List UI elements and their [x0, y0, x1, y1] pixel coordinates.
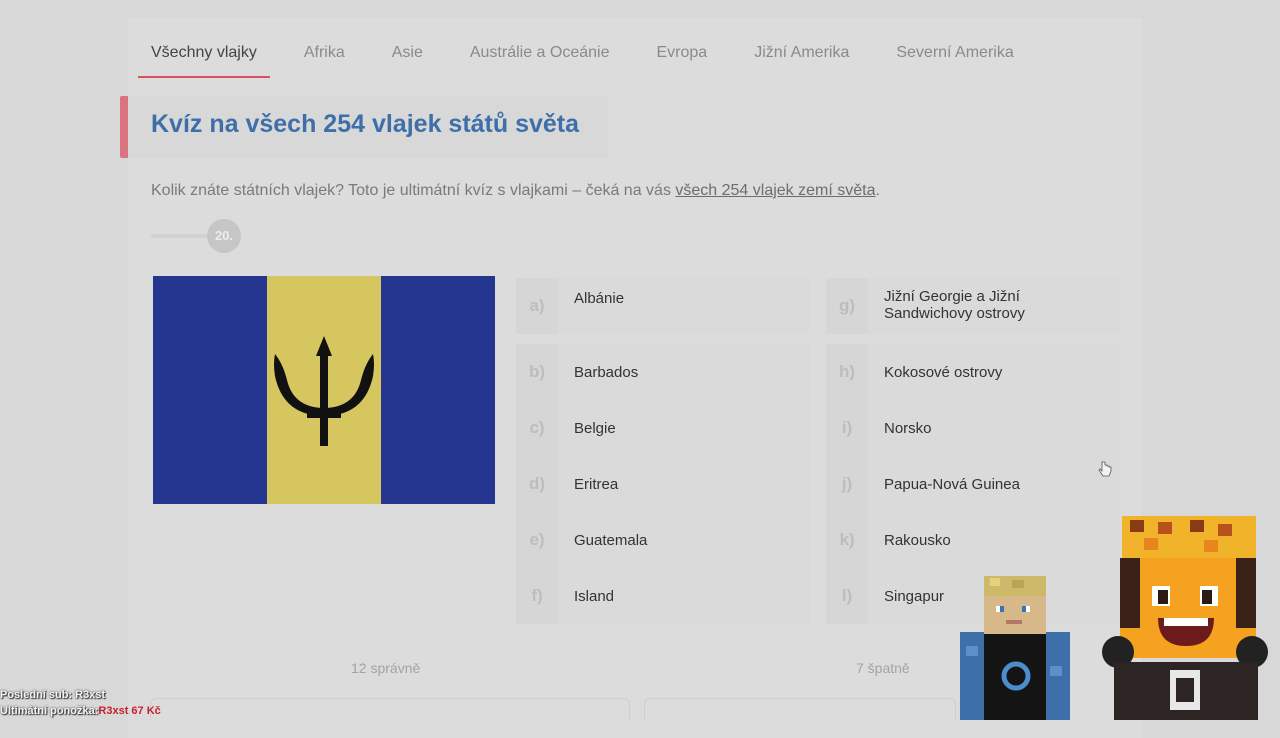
option-label: Eritrea [558, 456, 810, 512]
option-letter: d) [516, 456, 558, 512]
option-letter: i) [826, 400, 868, 456]
all-flags-link[interactable]: všech 254 vlajek zemí světa [675, 182, 875, 199]
barbados-flag-image [153, 276, 495, 504]
answer-option-k[interactable]: k) Rakousko [826, 512, 1120, 568]
sock-label: Ultimátní ponožka: [0, 705, 99, 717]
option-letter: g) [826, 278, 868, 334]
page-title: Kvíz na všech 254 vlajek států světa [151, 110, 580, 138]
answer-option-i[interactable]: i) Norsko [826, 400, 1120, 456]
tab-south-america[interactable]: Jižní Amerika [754, 34, 849, 76]
option-label: Kokosové ostrovy [868, 344, 1120, 400]
minecraft-skin-avatar [960, 576, 1070, 720]
option-label: Guatemala [558, 512, 810, 568]
intro-sentence: Kolik znáte státních vlajek? Toto je ult… [151, 182, 676, 199]
tab-africa[interactable]: Afrika [304, 34, 345, 76]
answer-option-g[interactable]: g) Jižní Georgie a Jižní Sandwichovy ost… [826, 278, 1120, 334]
intro-text: Kolik znáte státních vlajek? Toto je ult… [151, 182, 880, 200]
option-label: Albánie [558, 278, 810, 334]
option-label: Norsko [868, 400, 1120, 456]
option-letter: k) [826, 512, 868, 568]
cartoon-streamer-avatar [1102, 516, 1268, 720]
option-label: Island [558, 568, 810, 624]
option-letter: h) [826, 344, 868, 400]
option-letter: b) [516, 344, 558, 400]
tab-australia-oceania[interactable]: Austrálie a Oceánie [470, 34, 610, 76]
option-label: Belgie [558, 400, 810, 456]
question-number-badge: 20. [207, 219, 241, 253]
option-letter: e) [516, 512, 558, 568]
tab-north-america[interactable]: Severní Amerika [896, 34, 1013, 76]
wrong-panel [644, 698, 956, 721]
option-label: Rakousko [868, 512, 1120, 568]
title-accent-bar [120, 96, 128, 158]
tab-europe[interactable]: Evropa [657, 34, 708, 76]
option-label: Barbados [558, 344, 810, 400]
option-letter: f) [516, 568, 558, 624]
sock-value: R3xst 67 Kč [98, 705, 161, 717]
option-letter: a) [516, 278, 558, 334]
answer-option-j[interactable]: j) Papua-Nová Guinea [826, 456, 1120, 512]
answer-option-b[interactable]: b) Barbados [516, 344, 810, 400]
option-label: Jižní Georgie a Jižní Sandwichovy ostrov… [868, 278, 1120, 334]
option-letter: j) [826, 456, 868, 512]
answer-option-a[interactable]: a) Albánie [516, 278, 810, 334]
option-label: Papua-Nová Guinea [868, 456, 1120, 512]
sock-overlay: Ultimátní ponožka:R3xst 67 Kč [0, 705, 161, 717]
answer-option-c[interactable]: c) Belgie [516, 400, 810, 456]
correct-count: 12 správně [351, 660, 421, 676]
answer-option-f[interactable]: f) Island [516, 568, 810, 624]
region-tabs: Všechny vlajky Afrika Asie Austrálie a O… [138, 34, 1061, 78]
answer-option-d[interactable]: d) Eritrea [516, 456, 810, 512]
option-letter: c) [516, 400, 558, 456]
answer-option-h[interactable]: h) Kokosové ostrovy [826, 344, 1120, 400]
correct-panel [150, 698, 630, 721]
tab-all-flags[interactable]: Všechny vlajky [138, 34, 270, 78]
answer-option-e[interactable]: e) Guatemala [516, 512, 810, 568]
hand-cursor-icon [1098, 461, 1112, 477]
intro-end: . [875, 182, 880, 199]
last-sub-overlay: Poslední sub: R3xst [0, 689, 106, 701]
tab-asia[interactable]: Asie [392, 34, 423, 76]
option-letter: l) [826, 568, 868, 624]
progress-track [151, 234, 213, 238]
wrong-count: 7 špatně [856, 660, 910, 676]
